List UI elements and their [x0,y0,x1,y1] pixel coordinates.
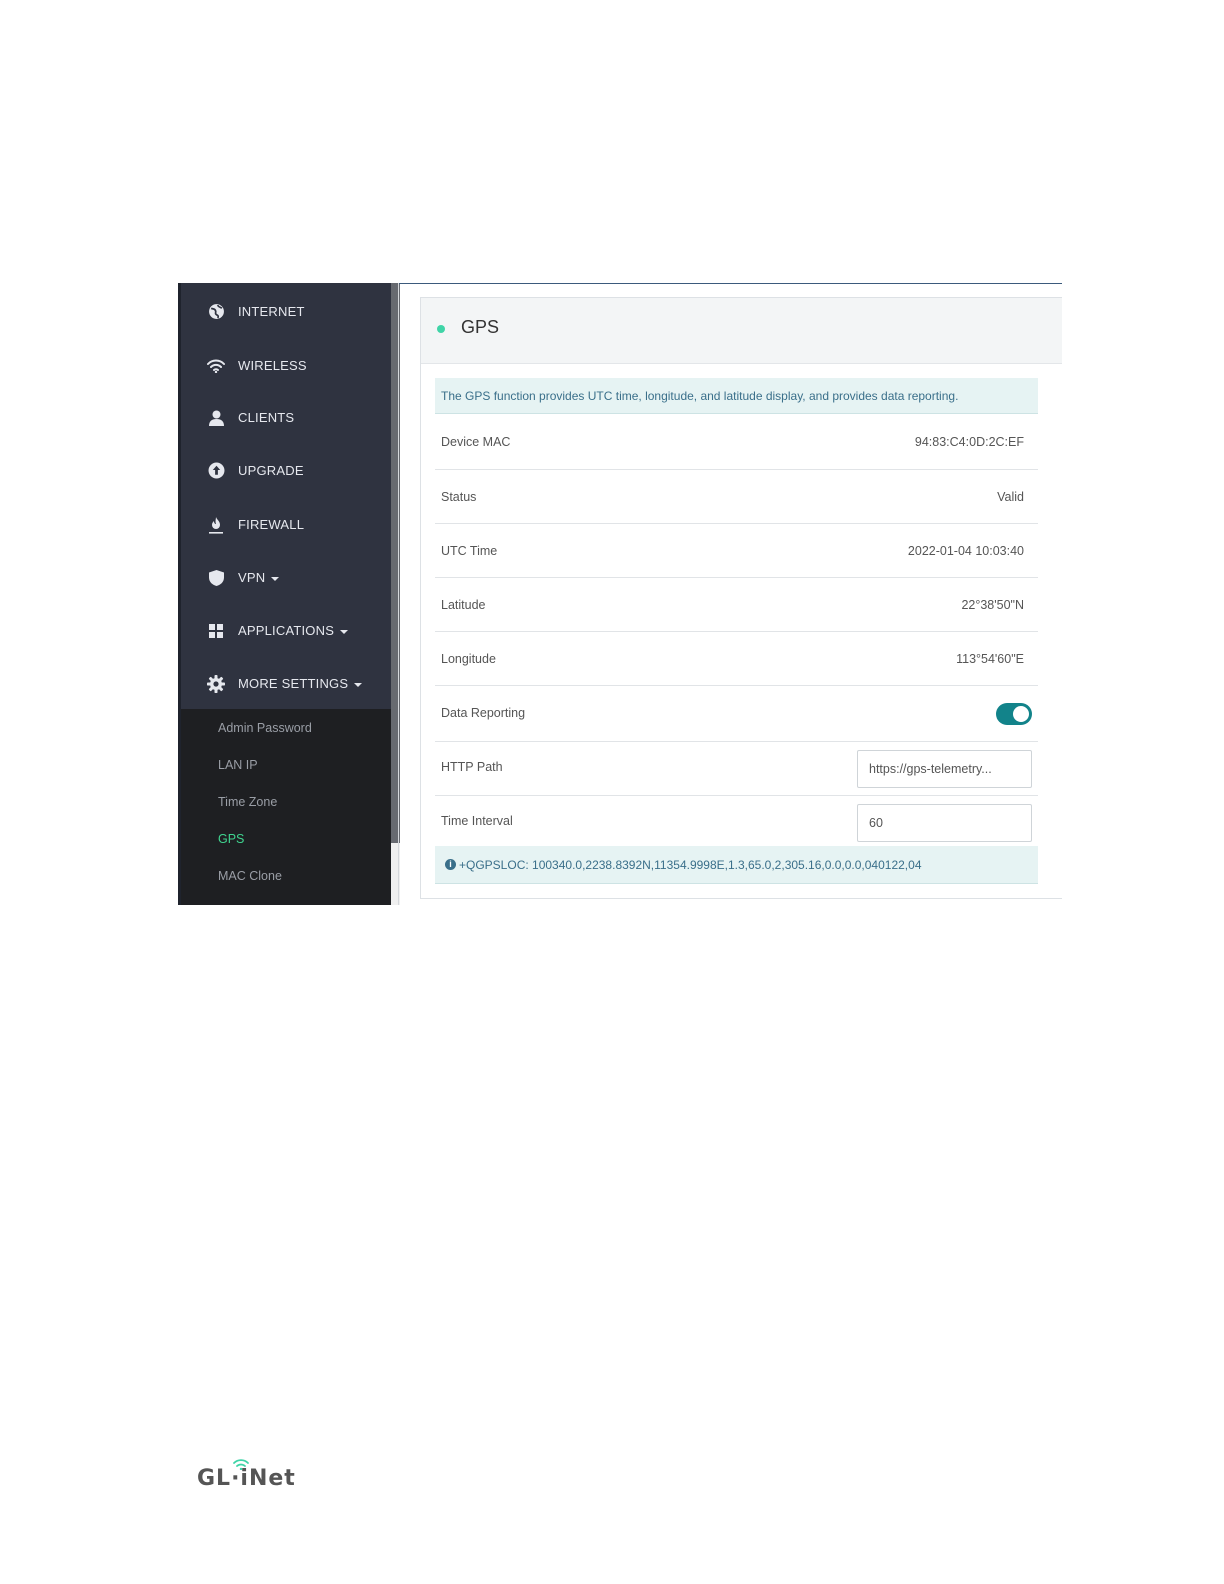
data-reporting-toggle[interactable] [996,703,1032,725]
sidebar: INTERNET WIRELESS CLIENTS UPGRADE FIREWA… [178,283,391,905]
chevron-down-icon [271,576,280,581]
sidebar-item-label: FIREWALL [238,517,305,532]
router-admin-screenshot: INTERNET WIRELESS CLIENTS UPGRADE FIREWA… [178,283,1062,905]
gps-panel: GPS The GPS function provides UTC time, … [420,297,1062,899]
sidebar-item-label: APPLICATIONS [238,623,349,638]
info-text: The GPS function provides UTC time, long… [441,389,959,403]
sidebar-item-label: CLIENTS [238,410,295,425]
row-latitude: Latitude 22°38'50"N [435,578,1038,632]
page-title: GPS [461,317,500,337]
row-longitude: Longitude 113°54'60"E [435,632,1038,686]
row-value: Valid [997,490,1024,504]
submenu-item-time-zone[interactable]: Time Zone [218,795,277,809]
shield-icon [207,569,225,587]
sidebar-item-more-settings[interactable]: MORE SETTINGS [181,657,391,710]
upload-icon [207,462,225,480]
row-value: 22°38'50"N [961,598,1024,612]
sidebar-item-label: UPGRADE [238,463,304,478]
chevron-down-icon [340,629,349,634]
time-interval-input[interactable]: 60 [857,804,1032,842]
row-device-mac: Device MAC 94:83:C4:0D:2C:EF [435,415,1038,470]
grid-icon [207,622,225,640]
status-dot-icon [437,325,445,333]
sidebar-item-wireless[interactable]: WIRELESS [181,339,391,392]
sidebar-item-clients[interactable]: CLIENTS [181,391,391,444]
submenu-item-lan-ip[interactable]: LAN IP [218,758,258,772]
row-label: Latitude [441,598,486,612]
row-label: Data Reporting [441,706,526,720]
divider [398,283,399,905]
sidebar-item-vpn[interactable]: VPN [181,551,391,604]
http-path-input[interactable]: https://gps-telemetry... [857,750,1032,788]
globe-icon [207,303,225,321]
submenu-item-admin-password[interactable]: Admin Password [218,721,312,735]
gear-icon [207,674,225,693]
fire-icon [207,516,225,534]
row-label: Device MAC [441,435,511,449]
sidebar-item-firewall[interactable]: FIREWALL [181,498,391,551]
row-label: Time Interval [441,814,513,828]
row-label: UTC Time [441,544,498,558]
wifi-icon [207,357,225,375]
header-divider [399,283,1062,284]
row-value: 94:83:C4:0D:2C:EF [914,435,1024,449]
more-settings-submenu: Admin Password LAN IP Time Zone GPS MAC … [181,709,391,905]
sidebar-item-label: VPN [238,570,280,585]
info-banner: The GPS function provides UTC time, long… [435,378,1038,414]
submenu-item-mac-clone[interactable]: MAC Clone [218,869,282,883]
row-value: 2022-01-04 10:03:40 [907,544,1024,558]
sidebar-item-label: WIRELESS [238,358,307,373]
row-utc-time: UTC Time 2022-01-04 10:03:40 [435,524,1038,578]
sidebar-item-label: MORE SETTINGS [238,676,363,691]
nmea-banner: i +QGPSLOC: 100340.0,2238.8392N,11354.99… [435,846,1038,884]
toggle-knob [1013,706,1029,722]
sidebar-item-applications[interactable]: APPLICATIONS [181,604,391,657]
user-icon [207,409,225,427]
panel-header: GPS [421,298,1062,364]
row-time-interval: Time Interval 60 [435,796,1038,846]
row-label: HTTP Path [441,760,503,774]
sidebar-item-internet[interactable]: INTERNET [181,285,391,338]
row-status: Status Valid [435,470,1038,524]
row-data-reporting: Data Reporting [435,686,1038,742]
info-icon: i [445,859,456,870]
sidebar-item-label: INTERNET [238,304,305,319]
sidebar-item-upgrade[interactable]: UPGRADE [181,444,391,497]
submenu-item-gps[interactable]: GPS [218,832,244,846]
row-http-path: HTTP Path https://gps-telemetry... [435,742,1038,796]
nmea-text: +QGPSLOC: 100340.0,2238.8392N,11354.9998… [459,858,922,872]
row-label: Longitude [441,652,496,666]
row-label: Status [441,490,477,504]
chevron-down-icon [354,682,363,687]
gl-inet-logo: GL·iNet [197,1466,296,1491]
row-value: 113°54'60"E [956,652,1024,666]
